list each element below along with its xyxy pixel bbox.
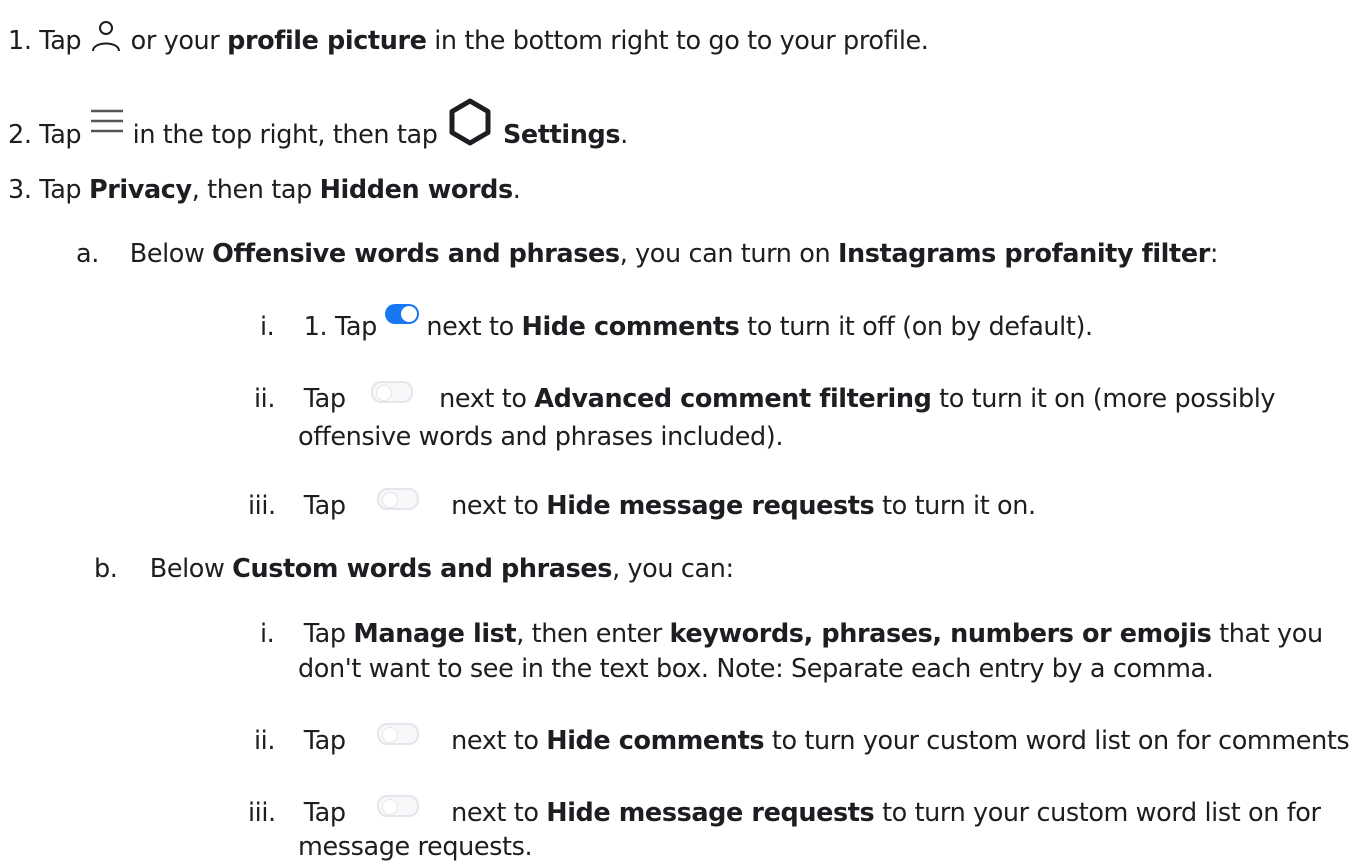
item-suffix: that you (1219, 619, 1323, 649)
item-prefix: Tap (303, 384, 346, 414)
step-2-bold: Settings (502, 120, 621, 150)
substep-b-marker: b. (94, 554, 118, 584)
substep-b-item-1-line-2: don't want to see in the text box. Note:… (298, 654, 1214, 684)
substep-a-prefix: Below (129, 239, 205, 269)
toggle-off-icon (377, 488, 420, 510)
item-prefix: Tap (303, 491, 346, 521)
step-2: 2. Tap in the top right, then tap Settin… (8, 98, 628, 161)
toggle-on-icon (384, 304, 419, 324)
item-mid: , then enter (516, 619, 662, 649)
substep-b-item-3-line-2: message requests. (298, 832, 533, 862)
substep-a-item-1: i. 1. Tap next to Hide comments to turn … (260, 304, 1093, 344)
step-2-prefix: 2. Tap (8, 120, 82, 150)
item-bold: Hide comments (521, 312, 740, 342)
step-3-prefix: 3. Tap (8, 175, 82, 205)
step-1-mid: or your (130, 26, 220, 56)
item-mid: next to (451, 798, 539, 828)
item-prefix: Tap (303, 798, 346, 828)
item-bold: Advanced comment filtering (534, 384, 932, 414)
item-marker: i. (260, 619, 275, 649)
item-suffix: to turn it off (on by default). (747, 312, 1093, 342)
substep-b-prefix: Below (149, 554, 225, 584)
step-3-bold-1: Privacy (88, 175, 192, 205)
item-marker: ii. (254, 726, 276, 756)
step-1-bold: profile picture (227, 26, 427, 56)
item-bold: Hide comments (546, 726, 765, 756)
menu-icon (89, 107, 125, 137)
item-bold: Hide message requests (546, 798, 875, 828)
substep-b-item-2: ii. Tap next to Hide comments to turn yo… (254, 723, 1352, 758)
item-prefix: 1. Tap (303, 312, 378, 342)
substep-b-suffix: , you can: (612, 554, 734, 584)
step-3-bold-2: Hidden words (319, 175, 514, 205)
item-suffix: to turn it on (more possibly (939, 384, 1276, 414)
clipped-top-text (0, 0, 138, 6)
substep-a-mid: , you can turn on (619, 239, 831, 269)
item-bold-1: Manage list (353, 619, 517, 649)
substep-a-item-3: iii. Tap next to Hide message requests t… (248, 488, 1036, 523)
item-prefix: Tap (303, 726, 346, 756)
substep-b-item-1: i. Tap Manage list, then enter keywords,… (260, 617, 1323, 651)
toggle-off-icon (377, 795, 420, 817)
item-mid: next to (426, 312, 514, 342)
item-suffix: to turn your custom word list on for (882, 798, 1321, 828)
item-marker: iii. (248, 798, 276, 828)
substep-a-bold-1: Offensive words and phrases (212, 239, 620, 269)
item-suffix: to turn your custom word list on for com… (771, 726, 1352, 756)
substep-a-marker: a. (76, 239, 99, 269)
item-marker: i. (260, 312, 275, 342)
step-2-mid: in the top right, then tap (132, 120, 438, 150)
substep-b-item-3: iii. Tap next to Hide message requests t… (248, 795, 1321, 830)
toggle-off-icon (371, 381, 414, 403)
step-2-suffix: . (620, 120, 628, 150)
item-suffix: to turn it on. (882, 491, 1036, 521)
item-mid: next to (439, 384, 527, 414)
item-mid: next to (451, 726, 539, 756)
item-bold-2: keywords, phrases, numbers or emojis (669, 619, 1212, 649)
step-3-suffix: . (512, 175, 521, 205)
item-mid: next to (451, 491, 539, 521)
step-1: 1. Tap or your profile picture in the bo… (8, 21, 929, 59)
profile-icon (89, 19, 123, 53)
step-3-mid: , then tap (191, 175, 313, 205)
step-3: 3. Tap Privacy, then tap Hidden words. (8, 173, 521, 207)
substep-a-suffix: : (1209, 239, 1219, 269)
item-bold: Hide message requests (546, 491, 875, 521)
item-marker: iii. (248, 491, 276, 521)
item-prefix: Tap (303, 619, 346, 649)
item-marker: ii. (254, 384, 276, 414)
substep-b: b. Below Custom words and phrases, you c… (94, 552, 734, 586)
substep-a-item-2-line-2: offensive words and phrases included). (298, 422, 784, 452)
substep-a-item-2: ii. Tap next to Advanced comment filteri… (254, 381, 1276, 416)
substep-a: a. Below Offensive words and phrases, yo… (76, 237, 1219, 271)
step-1-prefix: 1. Tap (8, 26, 82, 56)
toggle-off-icon (377, 723, 420, 745)
substep-a-bold-2: Instagrams profanity filter (837, 239, 1210, 269)
step-1-suffix: in the bottom right to go to your profil… (434, 26, 929, 56)
substep-b-bold: Custom words and phrases (232, 554, 613, 584)
settings-gear-icon (445, 97, 495, 147)
